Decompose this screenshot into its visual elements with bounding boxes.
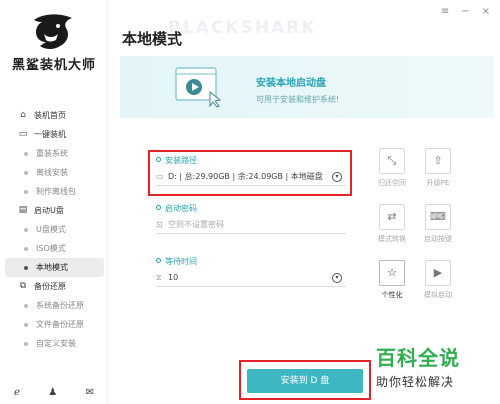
sidebar-item[interactable]: ▭ 一键装机 [0,125,108,144]
sidebar-footer: ℯ ♟ ✉ [14,387,94,398]
sidebar-item-label: 装机首页 [34,111,66,120]
circle-icon [156,205,161,210]
sidebar-item[interactable]: 重装系统 [0,144,108,163]
sidebar-item[interactable]: 系统备份还原 [0,296,108,315]
highlight-box-install [239,360,371,400]
sidebar-item[interactable]: 本地模式 [5,258,104,277]
close-icon[interactable]: × [482,6,490,17]
corner-logo-title: 百科全说 [376,346,460,370]
personalize-icon: ☆ [379,260,405,286]
sidebar-item[interactable]: 制作离线包 [0,182,108,201]
backup-icon: ⧉ [19,281,27,291]
banner-title: 安装本地启动盘 [256,78,326,89]
browser-icon[interactable]: ℯ [14,387,20,398]
sidebar-item[interactable]: U盘模式 [0,220,108,239]
usb-icon: ▤ [18,205,28,215]
tool-label: 模式转换 [378,235,406,243]
minimize-icon[interactable]: − [461,6,469,17]
bullet-dot-icon [24,228,28,232]
sidebar: 黑鲨装机大师 ⌂ 装机首页 ▭ 一键装机重装系统离线安装制作离线包 ▤ 启动U盘 U盘模式 I… [0,0,108,404]
sidebar-item-label: 本地模式 [36,263,68,272]
lock-icon: ⊡ [156,220,163,229]
sidebar-nav: ⌂ 装机首页 ▭ 一键装机重装系统离线安装制作离线包 ▤ 启动U盘 U盘模式 ISO模式本地模… [0,106,108,353]
highlight-box-path [148,150,352,196]
sidebar-item[interactable]: ▤ 启动U盘 [0,201,108,220]
bullet-dot-icon [24,342,28,346]
tool-label: 模拟启动 [424,291,452,299]
tool-label: 个性化 [381,291,403,299]
page-title: 本地模式 [122,30,183,48]
circle-icon [156,258,161,263]
window-controls: ≡ − × [441,6,490,17]
banner: 安装本地启动盘 可用于安装和维护系统! [120,56,494,118]
sidebar-item[interactable]: ISO模式 [0,239,108,258]
sidebar-item-label: ISO模式 [36,244,66,253]
corner-watermark-logo: 百科全说 助你轻松解决 [376,342,496,390]
home-icon: ⌂ [20,110,26,120]
tool-button[interactable]: ⇄ 模式转换 [372,204,412,252]
sidebar-item-label: 系统备份还原 [36,301,84,310]
bullet-dot-icon [24,266,28,270]
menu-icon[interactable]: ≡ [441,6,449,17]
sidebar-item[interactable]: ⌂ 装机首页 [0,106,108,125]
chevron-down-icon[interactable]: ▾ [332,273,342,283]
boot-password-input[interactable]: ⊡ 空则不设置密码 [156,216,346,234]
bullet-dot-icon [24,152,28,156]
boot-key-icon: ⌨ [425,204,451,230]
tool-button[interactable]: ☆ 个性化 [372,260,412,308]
bullet-dot-icon [24,323,28,327]
sidebar-item-label: 离线安装 [36,168,68,177]
tool-label: 升级PE [426,179,450,187]
sidebar-item-label: 备份还原 [34,282,66,291]
tool-label: 启动按键 [424,235,452,243]
sidebar-item-label: 自定义安装 [36,339,76,348]
tool-button[interactable]: ⤡ 归还空间 [372,148,412,196]
bullet-dot-icon [24,171,28,175]
sidebar-item-label: 文件备份还原 [36,320,84,329]
background-watermark: BLACKSHARK [168,18,317,38]
play-window-icon [175,67,222,108]
bullet-dot-icon [24,247,28,251]
upgrade-icon: ⇧ [425,148,451,174]
tool-label: 归还空间 [378,179,406,187]
sidebar-item[interactable]: 文件备份还原 [0,315,108,334]
sidebar-item[interactable]: 自定义安装 [0,334,108,353]
wait-time-label: 等待时间 [156,256,197,267]
shark-logo [34,14,72,49]
hourglass-icon: ⧖ [156,273,162,282]
boot-password-placeholder: 空则不设置密码 [168,220,224,229]
tool-button[interactable]: ⇧ 升级PE [418,148,458,196]
qq-icon[interactable]: ♟ [48,387,57,398]
simulate-boot-icon: ▶ [425,260,451,286]
wait-time-stepper[interactable]: ⧖ 10 ▾ [156,269,346,287]
sidebar-item[interactable]: 离线安装 [0,163,108,182]
monitor-icon: ▭ [18,129,28,139]
tool-button[interactable]: ▶ 模拟启动 [418,260,458,308]
brand-name: 黑鲨装机大师 [11,58,96,73]
convert-icon: ⇄ [379,204,405,230]
boot-password-label: 启动密码 [156,203,197,214]
tool-button[interactable]: ⌨ 启动按键 [418,204,458,252]
sidebar-item-label: 重装系统 [36,149,68,158]
shrink-icon: ⤡ [379,148,405,174]
bullet-dot-icon [24,190,28,194]
sidebar-item[interactable]: ⧉ 备份还原 [0,277,108,296]
corner-logo-subtitle: 助你轻松解决 [376,375,455,389]
banner-subtitle: 可用于安装和维护系统! [256,95,340,104]
sidebar-item-label: U盘模式 [36,225,66,234]
sidebar-item-label: 启动U盘 [34,206,64,215]
sidebar-item-label: 一键装机 [34,130,66,139]
sidebar-item-label: 制作离线包 [36,187,76,196]
wait-time-value: 10 [168,273,179,282]
bullet-dot-icon [24,304,28,308]
wechat-icon[interactable]: ✉ [86,387,94,398]
